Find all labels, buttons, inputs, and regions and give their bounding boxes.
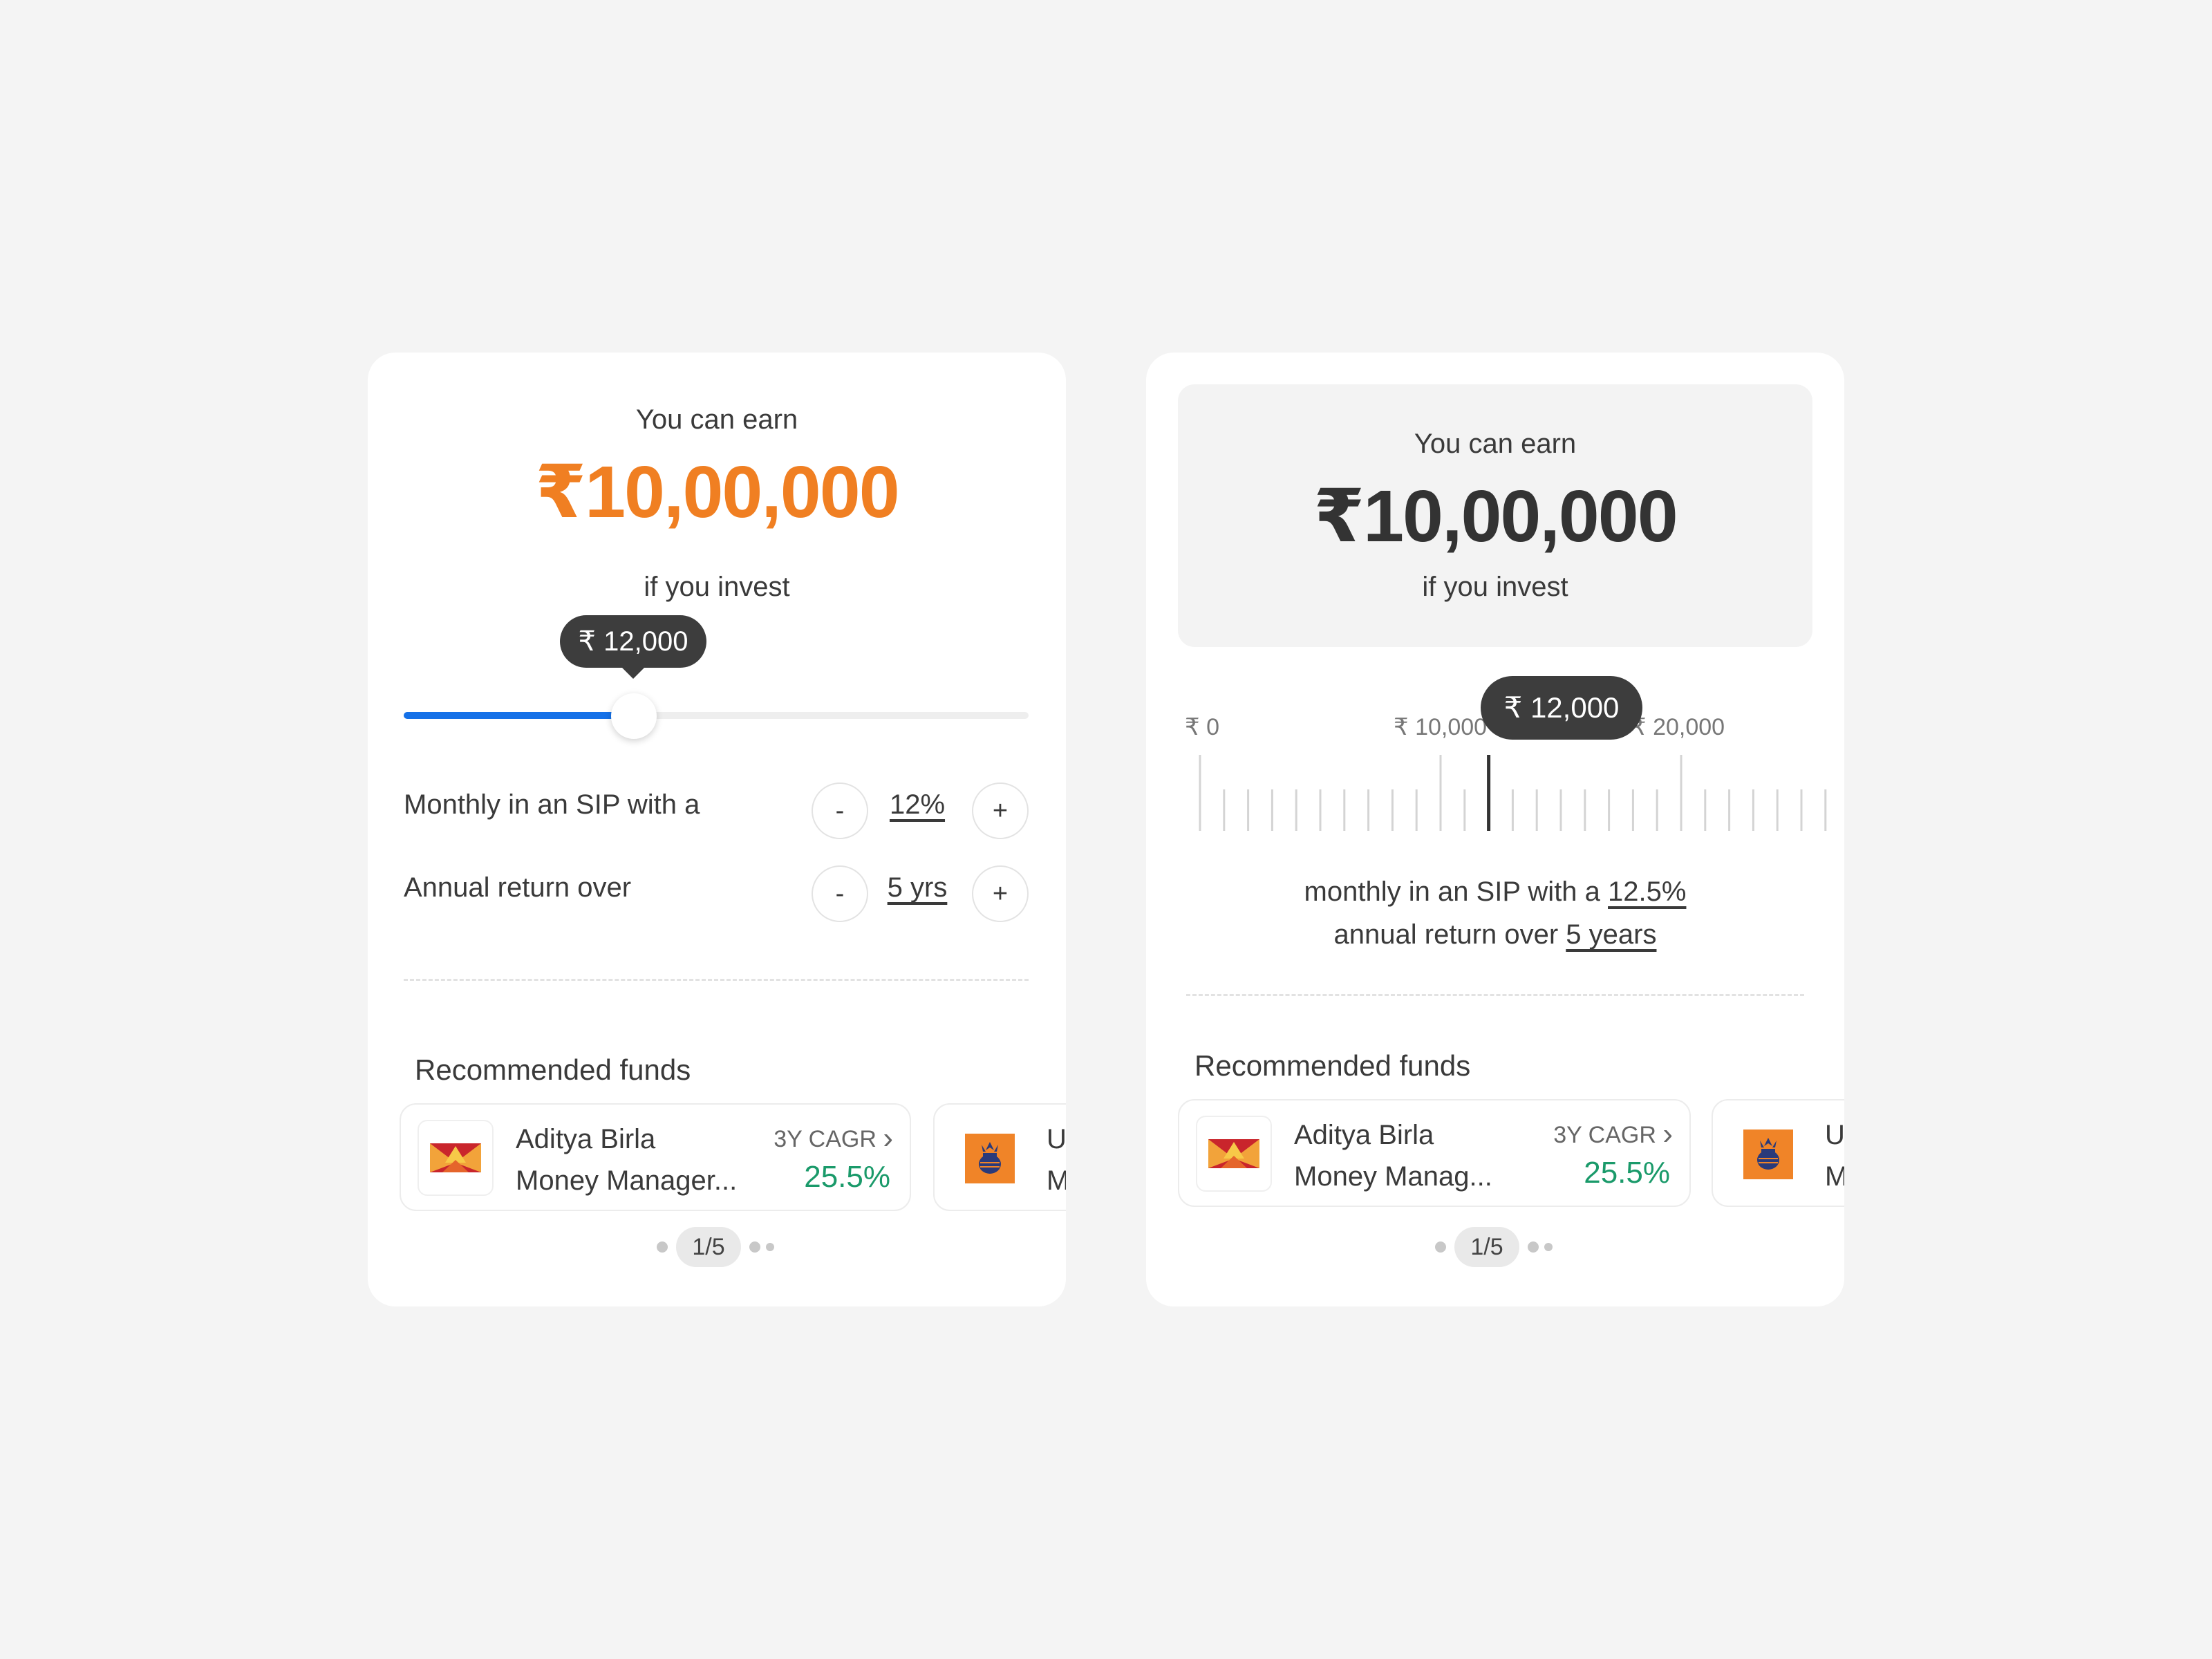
chevron-right-icon: › bbox=[1662, 1117, 1673, 1151]
cagr-value: 25.5% bbox=[804, 1160, 890, 1194]
carousel-dot[interactable] bbox=[1528, 1241, 1539, 1253]
fund-name-line1: Aditya Birla bbox=[516, 1124, 656, 1154]
uti-kalash-logo-icon bbox=[965, 1134, 1015, 1183]
sip-rate-increase-button[interactable]: + bbox=[972, 782, 1029, 839]
sip-sentence-prefix: monthly in an SIP with a bbox=[1304, 877, 1600, 907]
carousel-dot[interactable] bbox=[1544, 1243, 1553, 1251]
cagr-label[interactable]: 3Y CAGR › bbox=[1553, 1117, 1673, 1152]
return-sentence-prefix: annual return over bbox=[1333, 919, 1559, 950]
carousel-dot[interactable] bbox=[657, 1241, 668, 1253]
sip-rate-value[interactable]: 12.5% bbox=[1608, 877, 1686, 907]
aditya-birla-logo-icon bbox=[418, 1120, 494, 1196]
cagr-value: 25.5% bbox=[1584, 1156, 1670, 1190]
carousel-pager: 1/5 bbox=[676, 1227, 741, 1267]
peek-fund-name: U M bbox=[1047, 1118, 1066, 1201]
sip-row-label: Monthly in an SIP with a bbox=[404, 789, 700, 820]
fund-card-uti-peek[interactable]: U M bbox=[933, 1103, 1066, 1211]
sip-rate-value[interactable]: 12% bbox=[879, 789, 955, 821]
sip-calculator-card-ruler: You can earn ₹10,00,000 if you invest ₹ … bbox=[1146, 353, 1844, 1306]
sip-sentence-line1: monthly in an SIP with a 12.5% bbox=[1146, 877, 1844, 908]
amount-slider-thumb[interactable] bbox=[611, 693, 657, 739]
carousel-dot[interactable] bbox=[766, 1243, 774, 1251]
earn-label: You can earn bbox=[635, 404, 798, 435]
invest-label: if you invest bbox=[644, 572, 790, 602]
chevron-right-icon: › bbox=[883, 1121, 893, 1155]
divider bbox=[1186, 994, 1804, 996]
cagr-label[interactable]: 3Y CAGR › bbox=[774, 1121, 893, 1156]
duration-decrease-button[interactable]: - bbox=[812, 865, 868, 922]
sip-sentence-line2: annual return over 5 years bbox=[1146, 919, 1844, 950]
fund-name-line2: Money Manager... bbox=[516, 1165, 738, 1196]
cagr-label-text: 3Y CAGR bbox=[1553, 1122, 1656, 1148]
peek-fund-line1: U bbox=[1825, 1120, 1844, 1150]
carousel-dot[interactable] bbox=[1435, 1241, 1446, 1253]
earn-amount: ₹10,00,000 bbox=[1313, 476, 1678, 557]
invest-label: if you invest bbox=[1422, 572, 1568, 602]
peek-fund-line1: U bbox=[1047, 1124, 1066, 1154]
recommended-funds-title: Recommended funds bbox=[1194, 1049, 1471, 1082]
return-row-label: Annual return over bbox=[404, 872, 632, 903]
fund-name-line1: Aditya Birla bbox=[1294, 1120, 1434, 1150]
peek-fund-line2: M bbox=[1047, 1165, 1066, 1196]
fund-name-line2: Money Manag... bbox=[1294, 1161, 1492, 1192]
sip-rate-decrease-button[interactable]: - bbox=[812, 782, 868, 839]
uti-kalash-logo-icon bbox=[1743, 1130, 1793, 1179]
fund-card-uti-peek[interactable]: U M bbox=[1712, 1099, 1844, 1207]
amount-slider-track[interactable] bbox=[404, 712, 1029, 719]
ruler-label-0: ₹ 0 bbox=[1185, 714, 1219, 740]
amount-slider-fill bbox=[404, 712, 629, 719]
ruler-label-10000: ₹ 10,000 bbox=[1394, 714, 1488, 740]
fund-name: Aditya Birla Money Manag... bbox=[1294, 1114, 1492, 1197]
fund-card-aditya-birla[interactable]: Aditya Birla Money Manager... 3Y CAGR › … bbox=[400, 1103, 911, 1211]
carousel-dot[interactable] bbox=[749, 1241, 760, 1253]
carousel-pager: 1/5 bbox=[1454, 1227, 1519, 1267]
peek-fund-name: U M bbox=[1825, 1114, 1844, 1197]
peek-fund-line2: M bbox=[1825, 1161, 1844, 1192]
ruler-label-20000: ₹ 20,000 bbox=[1631, 714, 1725, 740]
fund-card-aditya-birla[interactable]: Aditya Birla Money Manag... 3Y CAGR › 25… bbox=[1178, 1099, 1691, 1207]
slider-value-tooltip: ₹ 12,000 bbox=[560, 615, 706, 679]
aditya-birla-logo-icon bbox=[1196, 1116, 1272, 1192]
fund-name: Aditya Birla Money Manager... bbox=[516, 1118, 737, 1201]
amount-ruler[interactable] bbox=[1146, 753, 1844, 850]
recommended-funds-title: Recommended funds bbox=[415, 1053, 691, 1086]
sip-calculator-card-slider: You can earn ₹10,00,000 if you invest ₹ … bbox=[368, 353, 1066, 1306]
duration-increase-button[interactable]: + bbox=[972, 865, 1029, 922]
divider bbox=[404, 979, 1029, 981]
ruler-value-tooltip: ₹ 12,000 bbox=[1481, 676, 1642, 740]
duration-value[interactable]: 5 years bbox=[1566, 919, 1656, 950]
earn-amount: ₹10,00,000 bbox=[535, 451, 899, 533]
earn-label: You can earn bbox=[1414, 429, 1577, 459]
cagr-label-text: 3Y CAGR bbox=[774, 1126, 877, 1152]
duration-value[interactable]: 5 yrs bbox=[872, 872, 962, 903]
